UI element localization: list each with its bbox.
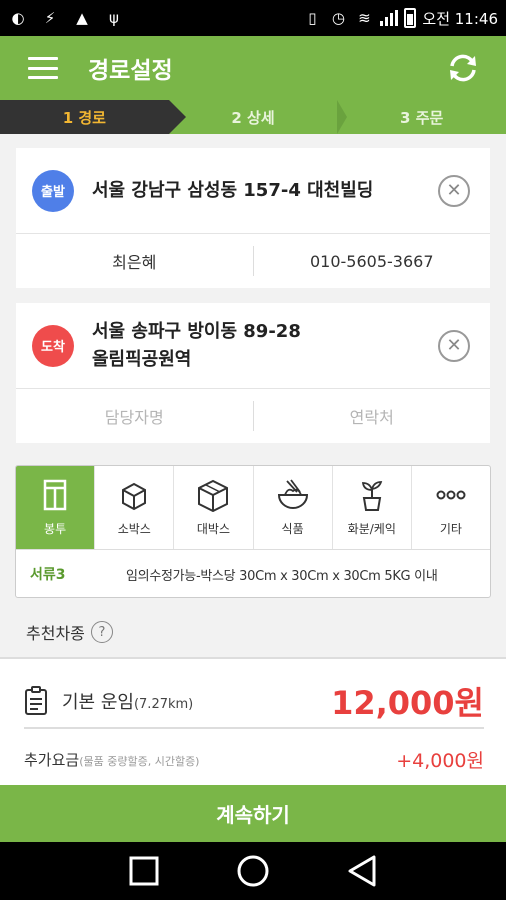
category-small-box[interactable]: 소박스 [95, 466, 175, 549]
category-plant-cake[interactable]: 화분/케익 [333, 466, 412, 549]
fare-distance: (7.27km) [133, 697, 194, 712]
category-label: 소박스 [117, 522, 151, 536]
destination-badge: 도착 [32, 324, 74, 367]
extra-fee-label: 추가요금(물품 중량할증, 시간할증) [24, 750, 200, 769]
status-time: 오전 11:46 [422, 9, 498, 28]
step-order[interactable]: 3 주문 [337, 100, 506, 134]
origin-contact-phone[interactable]: 010-5605-3667 [254, 252, 491, 271]
system-nav-bar [0, 842, 506, 900]
origin-address-row[interactable]: 출발 서울 강남구 삼성동 157-4 대천빌딩 ✕ [16, 148, 490, 234]
origin-contact-name[interactable]: 최은혜 [16, 249, 253, 273]
android-icon: ▲ [76, 9, 88, 27]
extra-fee-row: 추가요금(물품 중량할증, 시간할증) +4,000원 [24, 743, 484, 775]
step-indicator: 1 경로 2 상세 3 주문 [0, 100, 506, 134]
category-detail-description: 임의수정가능-박스당 30Cm x 30Cm x 30Cm 5KG 이내 [126, 568, 438, 584]
extra-fee-note: (물품 중량할증, 시간할증) [79, 754, 200, 768]
home-icon[interactable] [233, 851, 273, 891]
price-panel: 기본 운임(7.27km) 12,000원 추가요금(물품 중량할증, 시간할증… [0, 657, 506, 785]
recents-icon[interactable] [124, 851, 164, 891]
large-box-icon [198, 479, 229, 512]
close-icon: ✕ [446, 180, 462, 201]
origin-address[interactable]: 서울 강남구 삼성동 157-4 대천빌딩 [92, 177, 438, 205]
envelope-icon [43, 479, 67, 511]
category-detail-name: 서류3 [30, 567, 66, 583]
step-detail[interactable]: 2 상세 [169, 100, 347, 134]
category-envelope[interactable]: 봉투 [16, 466, 96, 549]
vibrate-icon: ▯ [308, 9, 317, 27]
help-icon[interactable]: ? [90, 621, 113, 643]
step-route[interactable]: 1 경로 [0, 100, 186, 134]
category-food[interactable]: 식품 [254, 466, 333, 549]
refresh-icon[interactable] [446, 51, 480, 85]
category-label: 기타 [439, 522, 462, 536]
category-label: 봉투 [44, 522, 67, 536]
app-icon-1: ◐ [11, 9, 25, 27]
usb-icon: ψ [109, 9, 119, 27]
plant-icon [361, 481, 383, 511]
close-icon: ✕ [446, 335, 462, 356]
wifi-icon: ≋ [358, 9, 371, 27]
destination-address-row[interactable]: 도착 서울 송파구 방이동 89-28 올림픽공원역 ✕ [16, 303, 490, 389]
category-other[interactable]: 기타 [412, 466, 490, 549]
food-bowl-icon [277, 479, 308, 509]
destination-contact-row: 담당자명 연락처 [16, 389, 490, 443]
category-label: 화분/케익 [347, 522, 396, 536]
base-fare-row: 기본 운임(7.27km) 12,000원 [24, 675, 484, 729]
more-icon [436, 490, 466, 500]
category-detail: 서류3 임의수정가능-박스당 30Cm x 30Cm x 30Cm 5KG 이내 [16, 550, 490, 597]
app-icon-2: ⚡ [44, 9, 56, 27]
app-bar: 경로설정 [0, 36, 506, 100]
extra-fee-amount: +4,000원 [396, 749, 484, 772]
small-box-icon [122, 482, 147, 511]
hamburger-icon[interactable] [28, 57, 58, 79]
receipt-icon [25, 686, 47, 715]
clear-origin-button[interactable]: ✕ [438, 174, 470, 207]
recommended-vehicle-label: 추천차종 [26, 624, 85, 643]
status-bar: ◐ ⚡ ▲ ψ ▯ ◷ ≋ 오전 11:46 [0, 0, 506, 36]
destination-contact-name-field[interactable]: 담당자명 [16, 404, 253, 428]
destination-address-line1: 서울 송파구 방이동 89-28 [92, 320, 301, 342]
base-fare-amount: 12,000원 [331, 684, 484, 722]
destination-address-line2: 올림픽공원역 [92, 348, 192, 370]
category-large-box[interactable]: 대박스 [174, 466, 254, 549]
back-icon[interactable] [342, 851, 382, 891]
category-selector: 봉투 소박스 대박스 식품 화분/케익 기타 서류3 임의수정가능-박스당 30… [15, 465, 491, 598]
origin-badge: 출발 [32, 169, 74, 212]
continue-button[interactable]: 계속하기 [0, 785, 506, 842]
recommended-vehicle: 추천차종 ? [26, 620, 113, 644]
destination-card: 도착 서울 송파구 방이동 89-28 올림픽공원역 ✕ 담당자명 연락처 [16, 303, 490, 443]
clear-destination-button[interactable]: ✕ [438, 329, 470, 362]
base-fare-label: 기본 운임(7.27km) [62, 692, 194, 713]
signal-icon [380, 10, 399, 26]
destination-contact-phone-field[interactable]: 연락처 [254, 404, 491, 428]
destination-address[interactable]: 서울 송파구 방이동 89-28 올림픽공원역 [92, 318, 438, 374]
battery-icon [404, 8, 417, 28]
page-title: 경로설정 [88, 58, 173, 84]
alarm-icon: ◷ [331, 9, 345, 27]
category-label: 식품 [281, 522, 304, 536]
origin-card: 출발 서울 강남구 삼성동 157-4 대천빌딩 ✕ 최은혜 010-5605-… [16, 148, 490, 288]
origin-contact-row: 최은혜 010-5605-3667 [16, 234, 490, 288]
category-label: 대박스 [196, 522, 230, 536]
